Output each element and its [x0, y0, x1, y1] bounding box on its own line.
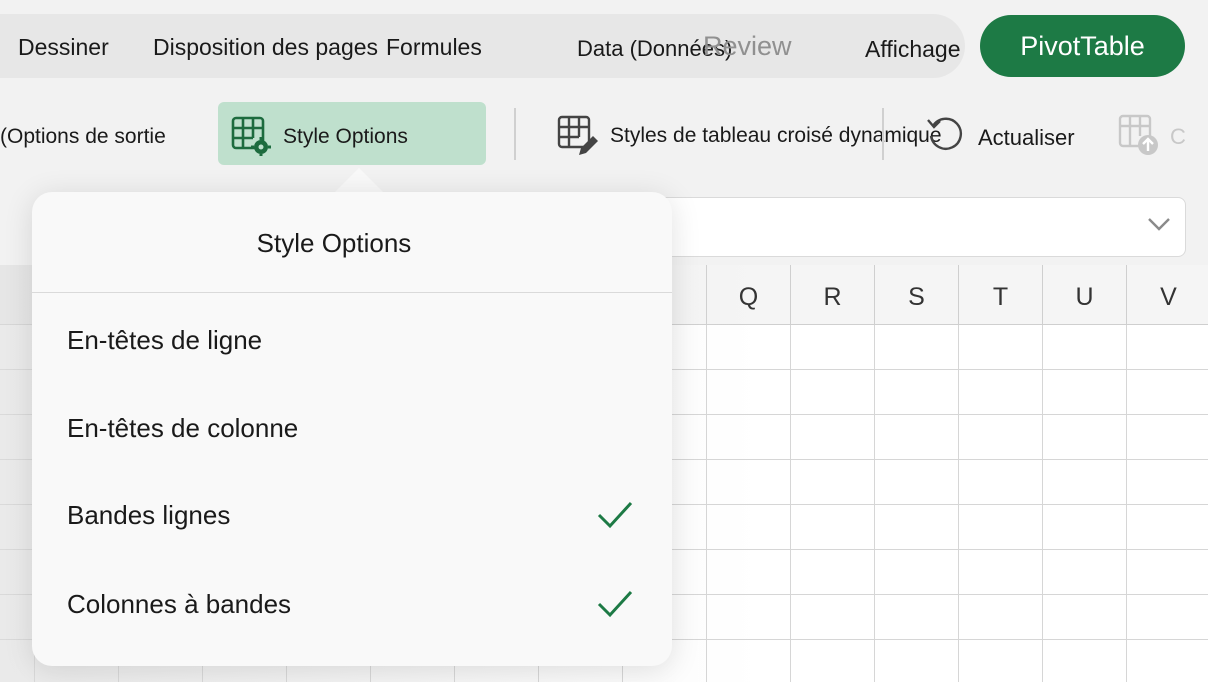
refresh-button[interactable]: Actualiser — [978, 125, 1075, 151]
formula-bar[interactable] — [620, 197, 1186, 257]
tab-formules[interactable]: Formules — [386, 34, 482, 61]
tab-pivottable[interactable]: PivotTable — [980, 15, 1185, 77]
checkmark-icon — [597, 590, 633, 618]
tab-disposition-des-pages[interactable]: Disposition des pages — [153, 34, 378, 61]
column-header[interactable]: S — [874, 265, 958, 325]
table-gear-icon — [231, 116, 271, 156]
style-options-popover: Style Options En-têtes de ligne En-têtes… — [32, 192, 672, 666]
option-banded-rows[interactable]: Bandes lignes — [32, 471, 672, 559]
disabled-ribbon-label: C — [1170, 124, 1186, 149]
option-label: Colonnes à bandes — [67, 588, 292, 619]
option-label: Bandes lignes — [67, 499, 231, 530]
pivot-table-styles-button[interactable]: Styles de tableau croisé dynamique — [610, 124, 942, 148]
column-header[interactable]: U — [1042, 265, 1126, 325]
chevron-down-icon[interactable] — [1145, 210, 1173, 238]
ribbon-divider — [514, 108, 516, 160]
style-options-label: Style Options — [283, 125, 408, 148]
option-banded-columns[interactable]: Colonnes à bandes — [32, 560, 672, 648]
output-options-button[interactable]: (Options de sortie — [0, 125, 166, 149]
option-row-headers[interactable]: En-têtes de ligne — [32, 296, 672, 384]
column-header[interactable]: T — [958, 265, 1042, 325]
option-label: En-têtes de ligne — [67, 324, 263, 355]
option-label: En-têtes de colonne — [67, 412, 299, 443]
tab-affichage[interactable]: Affichage — [865, 36, 960, 63]
option-column-headers[interactable]: En-têtes de colonne — [32, 384, 672, 472]
checkmark-icon — [597, 501, 633, 529]
table-upload-icon — [1118, 114, 1158, 155]
tab-review[interactable]: Review — [703, 31, 792, 62]
tab-pivottable-label: PivotTable — [1020, 30, 1145, 61]
tab-dessiner[interactable]: Dessiner — [18, 34, 109, 61]
popover-title: Style Options — [256, 228, 412, 258]
popover-arrow — [333, 168, 385, 194]
menu-tab-strip — [0, 14, 965, 78]
table-pencil-icon — [557, 115, 598, 155]
ribbon-divider — [882, 108, 884, 160]
popover-divider — [32, 292, 672, 293]
refresh-icon — [927, 117, 963, 150]
column-header[interactable]: R — [790, 265, 874, 325]
column-header[interactable]: V — [1126, 265, 1208, 325]
